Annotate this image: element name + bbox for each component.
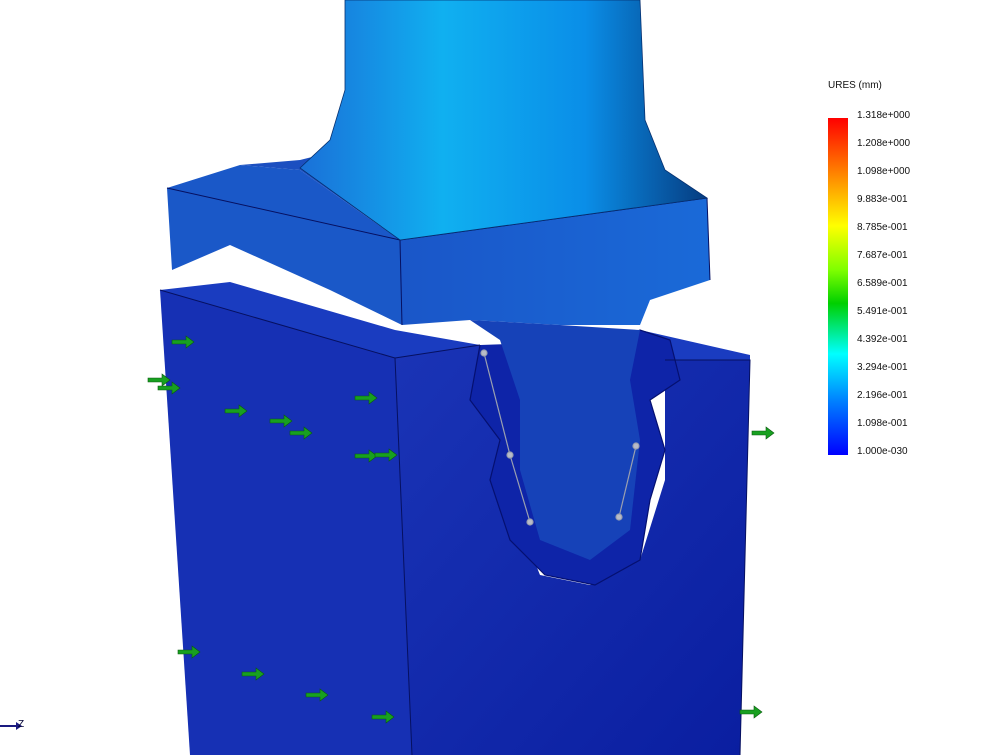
results-legend[interactable]: URES (mm) 1.318e+000 1.208e+000 1.098e+0… xyxy=(826,80,986,470)
legend-label: 3.294e-001 xyxy=(857,362,908,373)
load-arrow-icon xyxy=(739,705,763,719)
legend-label: 1.098e-001 xyxy=(857,418,908,429)
z-axis-label: Z xyxy=(18,719,25,730)
legend-label: 5.491e-001 xyxy=(857,306,908,317)
legend-label: 7.687e-001 xyxy=(857,250,908,261)
disk-block xyxy=(159,282,751,755)
legend-label: 1.000e-030 xyxy=(857,446,908,457)
legend-label: 2.196e-001 xyxy=(857,390,908,401)
legend-color-bar xyxy=(828,118,848,455)
disk-left-face xyxy=(160,290,412,755)
blade-airfoil xyxy=(299,0,709,241)
legend-label: 1.318e+000 xyxy=(857,110,911,121)
legend-title: URES (mm) xyxy=(828,80,882,91)
legend-label: 1.098e+000 xyxy=(857,166,911,177)
legend-label: 9.883e-001 xyxy=(857,194,908,205)
legend-label: 6.589e-001 xyxy=(857,278,908,289)
legend-label: 4.392e-001 xyxy=(857,334,908,345)
load-arrow-icon xyxy=(751,426,775,440)
legend-label: 1.208e+000 xyxy=(857,138,911,149)
legend-label: 8.785e-001 xyxy=(857,222,908,233)
